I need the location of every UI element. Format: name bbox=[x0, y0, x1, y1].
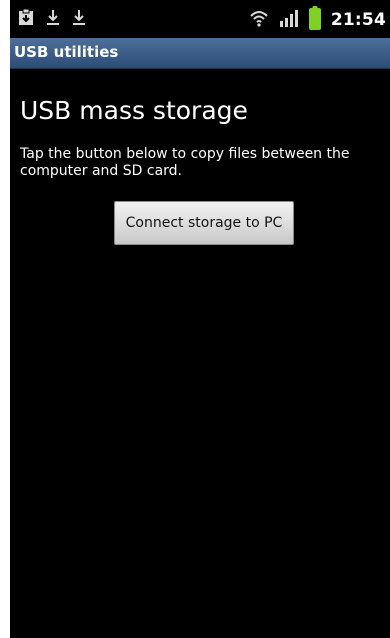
page-heading: USB mass storage bbox=[20, 96, 248, 125]
app-title: USB utilities bbox=[14, 43, 119, 61]
download-icon bbox=[46, 8, 60, 30]
title-bar: USB utilities bbox=[10, 38, 390, 69]
signal-icon bbox=[279, 8, 299, 32]
battery-icon bbox=[308, 6, 321, 34]
download-icon bbox=[72, 8, 86, 30]
status-clock: 21:54 bbox=[330, 10, 386, 30]
system-status-icons: 21:54 bbox=[249, 6, 386, 34]
description-text: Tap the button below to copy files betwe… bbox=[20, 146, 350, 179]
device-screen: 21:54 USB utilities USB mass storage Tap… bbox=[10, 0, 390, 638]
wifi-icon bbox=[249, 8, 269, 32]
connect-storage-button[interactable]: Connect storage to PC bbox=[114, 201, 294, 245]
notification-icons bbox=[18, 8, 86, 30]
notification-clipboard-icon bbox=[18, 8, 34, 30]
status-bar: 21:54 bbox=[10, 0, 390, 38]
